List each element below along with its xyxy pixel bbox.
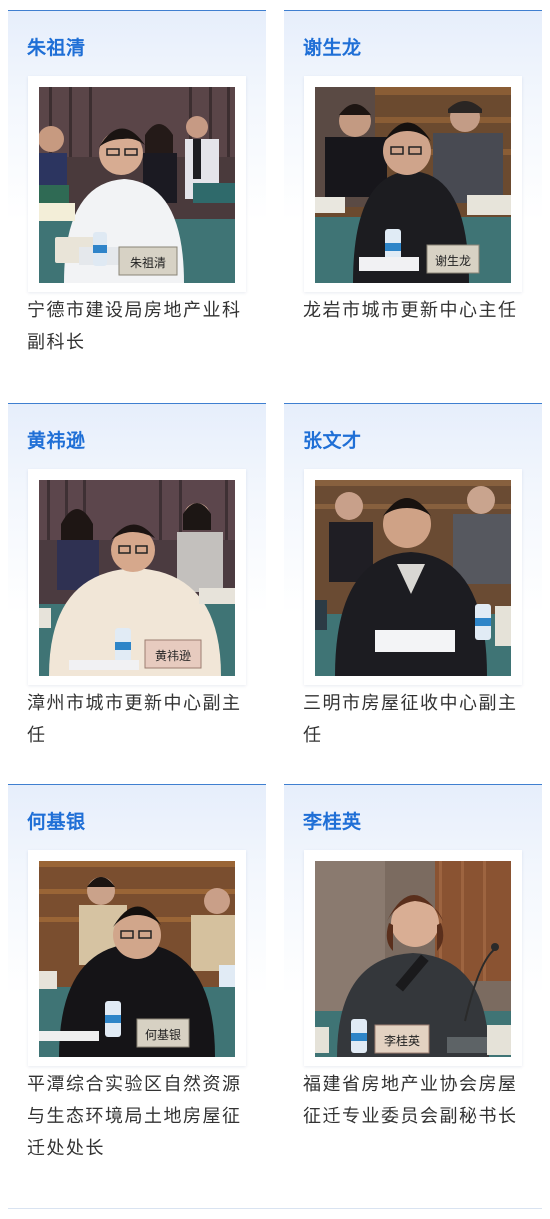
speaker-card: 张文才 三明市房屋征收中心副主任	[284, 403, 542, 773]
meeting-photo-icon: 朱祖清	[39, 87, 235, 283]
speaker-card: 谢生龙 谢生龙 龙岩市城市更新中心主任	[284, 10, 542, 382]
speaker-name: 黄祎逊	[27, 430, 86, 452]
speaker-card: 李桂英 李桂英 福建省房地产业协会房屋征迁专业委员会副秘书长	[284, 784, 542, 1194]
svg-text:朱祖清: 朱祖清	[130, 255, 166, 270]
speaker-title: 福建省房地产业协会房屋征迁专业委员会副秘书长	[303, 1074, 518, 1127]
meeting-photo-icon: 谢生龙	[315, 87, 511, 283]
speaker-card: 朱祖清 朱祖清 宁德市建设局房地产业科副科长	[8, 10, 266, 382]
svg-text:谢生龙: 谢生龙	[435, 253, 471, 268]
speaker-title: 平潭综合实验区自然资源与生态环境局土地房屋征迁处处长	[27, 1074, 242, 1159]
photo-frame: 谢生龙	[304, 76, 522, 292]
speaker-name: 何基银	[27, 811, 86, 833]
speaker-photo: 朱祖清	[39, 87, 235, 283]
meeting-photo-icon: 黄祎逊	[39, 480, 235, 676]
speaker-title: 三明市房屋征收中心副主任	[303, 693, 518, 746]
speaker-card: 何基银 何基银 平潭综合实验区自然资源与生态环境局土地房屋征迁处处长	[8, 784, 266, 1194]
divider	[8, 1208, 542, 1209]
svg-text:李桂英: 李桂英	[384, 1033, 420, 1048]
speaker-grid: 朱祖清 朱祖清 宁德市建设局房地产业科副科长 谢生龙 谢生龙 龙岩市城市更新中心…	[0, 0, 550, 1219]
svg-text:黄祎逊: 黄祎逊	[155, 649, 191, 663]
meeting-photo-icon: 李桂英	[315, 861, 511, 1057]
meeting-photo-icon	[315, 480, 511, 676]
speaker-name: 朱祖清	[27, 37, 86, 59]
meeting-photo-icon: 何基银	[39, 861, 235, 1057]
photo-frame: 何基银	[28, 850, 246, 1066]
speaker-name: 张文才	[303, 430, 362, 452]
photo-frame	[304, 469, 522, 685]
speaker-title: 漳州市城市更新中心副主任	[27, 693, 242, 746]
speaker-title: 宁德市建设局房地产业科副科长	[27, 300, 242, 353]
speaker-photo: 何基银	[39, 861, 235, 1057]
speaker-photo: 谢生龙	[315, 87, 511, 283]
photo-frame: 李桂英	[304, 850, 522, 1066]
photo-frame: 黄祎逊	[28, 469, 246, 685]
speaker-title: 龙岩市城市更新中心主任	[303, 300, 518, 321]
speaker-photo: 黄祎逊	[39, 480, 235, 676]
svg-text:何基银: 何基银	[145, 1028, 181, 1042]
speaker-name: 谢生龙	[303, 37, 362, 59]
speaker-name: 李桂英	[303, 811, 362, 833]
speaker-photo: 李桂英	[315, 861, 511, 1057]
speaker-photo	[315, 480, 511, 676]
speaker-card: 黄祎逊 黄祎逊 漳州市城市更新中心副主任	[8, 403, 266, 773]
photo-frame: 朱祖清	[28, 76, 246, 292]
